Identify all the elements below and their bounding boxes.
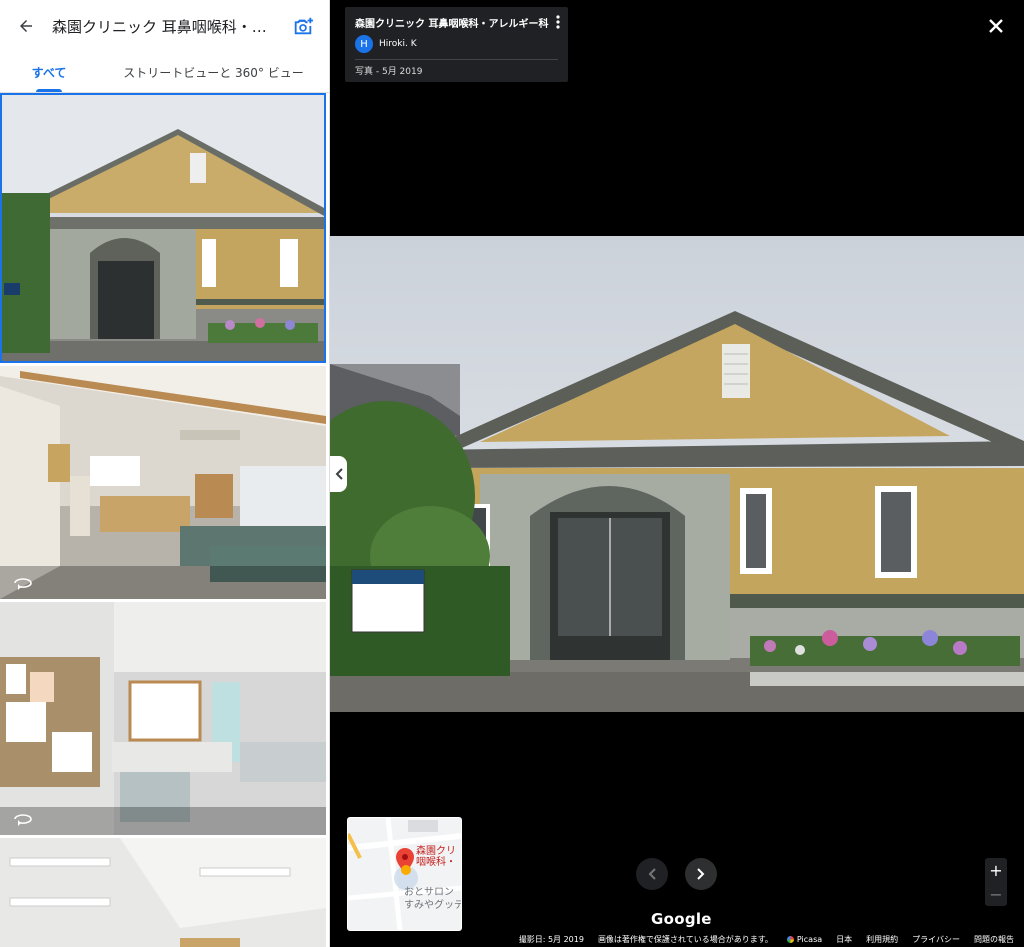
panel-header: 森園クリニック 耳鼻咽喉科・ア...: [0, 0, 329, 52]
contributor[interactable]: H Hiroki. K: [355, 35, 558, 53]
zoom-in-button[interactable]: +: [985, 858, 1007, 882]
thumbnail-exterior[interactable]: [0, 93, 326, 363]
photo-tabs: すべて ストリートビューと 360° ビュー: [0, 52, 329, 93]
next-photo-button[interactable]: [685, 858, 717, 890]
avatar: H: [355, 35, 373, 53]
photo-date: 写真 - 5月 2019: [355, 67, 423, 77]
close-icon[interactable]: [985, 15, 1007, 37]
photo-list-panel: 森園クリニック 耳鼻咽喉科・ア... すべて ストリートビューと 360° ビュ…: [0, 0, 330, 947]
360-rotate-icon: [14, 814, 32, 826]
privacy-link[interactable]: プライバシー: [912, 934, 960, 945]
arrow-left-icon: [20, 20, 32, 32]
terms-link[interactable]: 利用規約: [866, 934, 898, 945]
minimap-nearby-label: おとサロン すみやグッデ: [404, 887, 462, 911]
google-logo: Google: [651, 910, 712, 928]
zoom-control: + −: [985, 858, 1007, 906]
minimap[interactable]: 森園クリ 咽喉科・ おとサロン すみやグッデ: [347, 817, 462, 931]
more-vert-icon[interactable]: [556, 15, 560, 29]
main-photo[interactable]: [330, 236, 1024, 712]
photo-place-title[interactable]: 森園クリニック 耳鼻咽喉科・アレルギー科: [355, 15, 558, 30]
report-problem-link[interactable]: 問題の報告: [974, 934, 1014, 945]
chevron-right-icon: [697, 868, 705, 880]
capture-date: 撮影日: 5月 2019: [518, 935, 584, 944]
picasa-icon: [786, 936, 794, 943]
country-link[interactable]: 日本: [836, 934, 852, 945]
divider: [355, 59, 558, 60]
picasa-link[interactable]: Picasa: [786, 935, 823, 944]
thumbnail-interior-ceiling[interactable]: [0, 838, 326, 947]
chevron-left-icon: [648, 868, 656, 880]
tab-all[interactable]: すべて: [0, 52, 98, 92]
picasa-label: Picasa: [796, 935, 823, 944]
place-title: 森園クリニック 耳鼻咽喉科・ア...: [52, 17, 281, 36]
back-button[interactable]: [8, 8, 44, 44]
footer: 撮影日: 5月 2019 画像は著作権で保護されている場合があります。 Pica…: [519, 934, 1014, 945]
contributor-name: Hiroki. K: [379, 39, 417, 49]
thumbnail-exam-room[interactable]: [0, 602, 326, 835]
thumbnail-list: [0, 93, 329, 947]
photo-info-card: 森園クリニック 耳鼻咽喉科・アレルギー科 H Hiroki. K 写真 - 5月…: [345, 7, 568, 82]
add-photo-icon: [294, 17, 314, 35]
previous-photo-button[interactable]: [636, 858, 668, 890]
chevron-left-icon: [335, 468, 343, 480]
tab-street-view-360[interactable]: ストリートビューと 360° ビュー: [98, 52, 329, 92]
add-photo-button[interactable]: [289, 12, 317, 40]
thumbnail-waiting-room[interactable]: [0, 366, 326, 599]
360-rotate-icon: [14, 578, 32, 590]
collapse-panel-button[interactable]: [330, 456, 347, 492]
zoom-out-button[interactable]: −: [985, 882, 1007, 906]
copyright-notice: 画像は著作権で保護されている場合があります。: [597, 935, 773, 944]
minimap-place-label: 森園クリ 咽喉科・: [416, 846, 456, 868]
